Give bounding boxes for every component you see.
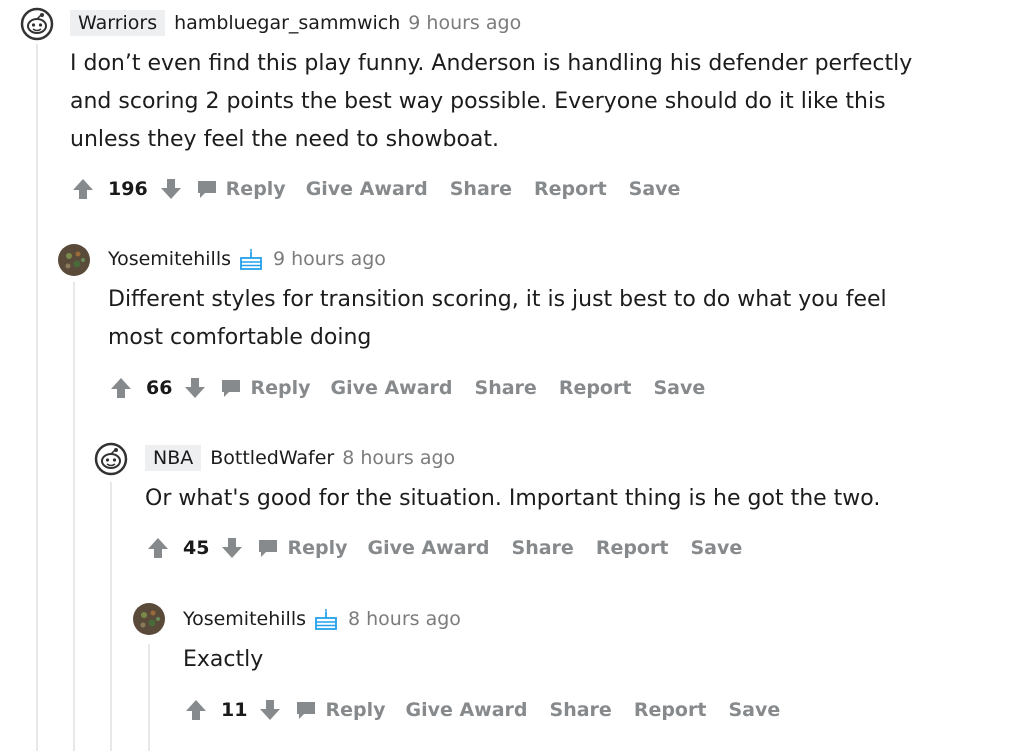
comment-text-line: Exactly [183,647,264,672]
snoo-icon[interactable] [20,7,54,41]
share-button[interactable]: Share [450,178,512,200]
downvote-icon[interactable] [257,697,283,723]
author-link[interactable]: hambluegar_sammwich [174,12,400,34]
comment-meta: Warriors hambluegar_sammwich 9 hours ago [70,10,521,36]
user-avatar[interactable] [132,602,166,636]
thread-line[interactable] [110,482,112,751]
vote-score: 45 [183,537,210,559]
upvote-icon[interactable] [183,697,209,723]
comment-meta: Yosemitehills 9 hours ago [108,248,386,270]
reply-button[interactable]: Reply [295,699,385,721]
save-button[interactable]: Save [728,699,780,721]
save-button[interactable]: Save [629,178,681,200]
upvote-icon[interactable] [70,176,96,202]
reply-button[interactable]: Reply [257,537,347,559]
user-avatar[interactable] [57,243,91,277]
comment-actions: 11 Reply Give Award Share Report Save [183,697,802,723]
downvote-icon[interactable] [219,535,245,561]
reply-button[interactable]: Reply [220,377,310,399]
comment-text-line: most comfortable doing [108,325,372,350]
give-award-button[interactable]: Give Award [367,537,489,559]
comment-body: Exactly [183,641,263,679]
vote-score: 11 [221,699,248,721]
comment-text-line: Or what's good for the situation. Import… [145,486,881,511]
save-button[interactable]: Save [653,377,705,399]
share-button[interactable]: Share [512,537,574,559]
thread-line[interactable] [148,644,150,751]
report-button[interactable]: Report [559,377,632,399]
share-button[interactable]: Share [550,699,612,721]
comment-text-line: unless they feel the need to showboat. [70,127,500,152]
comment-thread: Warriors hambluegar_sammwich 9 hours ago… [0,0,1024,751]
comment-text-line: and scoring 2 points the best way possib… [70,89,886,114]
reply-label: Reply [250,377,311,399]
give-award-button[interactable]: Give Award [306,178,428,200]
reply-label: Reply [287,537,348,559]
report-button[interactable]: Report [596,537,669,559]
comment-body: Or what's good for the situation. Import… [145,480,880,518]
user-flair: Warriors [70,10,166,36]
report-button[interactable]: Report [634,699,707,721]
comment-bubble-icon [197,181,216,198]
cake-day-icon [314,608,338,630]
thread-line[interactable] [36,44,38,751]
save-button[interactable]: Save [690,537,742,559]
timestamp-link[interactable]: 8 hours ago [348,608,461,630]
reply-button[interactable]: Reply [196,178,286,200]
user-flair: NBA [145,445,202,471]
comment-actions: 196 Reply Give Award Share Report Save [70,176,702,202]
cake-day-icon [239,248,263,270]
comment-bubble-icon [222,380,241,397]
comment-actions: 66 Reply Give Award Share Report Save [108,375,727,401]
author-link[interactable]: Yosemitehills [183,608,306,630]
snoo-icon[interactable] [94,442,128,476]
downvote-icon[interactable] [182,375,208,401]
vote-score: 196 [108,178,148,200]
timestamp-link[interactable]: 9 hours ago [408,12,521,34]
comment-bubble-icon [259,540,278,557]
give-award-button[interactable]: Give Award [330,377,452,399]
comment-body: Different styles for transition scoring,… [108,281,887,357]
timestamp-link[interactable]: 8 hours ago [342,447,455,469]
comment-body: I don’t even find this play funny. Ander… [70,45,912,159]
give-award-button[interactable]: Give Award [405,699,527,721]
author-link[interactable]: BottledWafer [210,447,334,469]
comment-text-line: Different styles for transition scoring,… [108,287,887,312]
author-link[interactable]: Yosemitehills [108,248,231,270]
share-button[interactable]: Share [475,377,537,399]
upvote-icon[interactable] [108,375,134,401]
comment-actions: 45 Reply Give Award Share Report Save [145,535,764,561]
report-button[interactable]: Report [534,178,607,200]
comment-meta: NBA BottledWafer 8 hours ago [145,445,455,471]
comment-text-line: I don’t even find this play funny. Ander… [70,51,913,76]
upvote-icon[interactable] [145,535,171,561]
thread-line[interactable] [73,282,75,751]
comment-meta: Yosemitehills 8 hours ago [183,608,461,630]
vote-score: 66 [146,377,173,399]
downvote-icon[interactable] [158,176,184,202]
reply-label: Reply [325,699,386,721]
comment-bubble-icon [297,702,316,719]
timestamp-link[interactable]: 9 hours ago [273,248,386,270]
reply-label: Reply [225,178,286,200]
